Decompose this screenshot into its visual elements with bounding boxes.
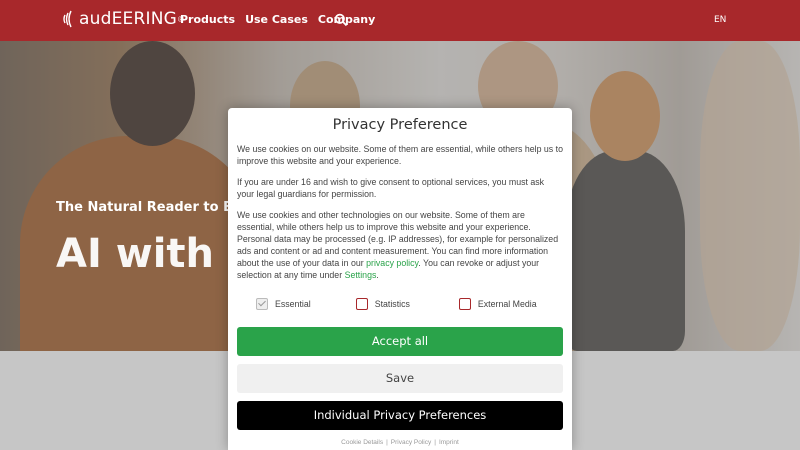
- link-separator: |: [434, 439, 436, 446]
- dialog-age-text: If you are under 16 and wish to give con…: [237, 177, 545, 199]
- accept-all-button[interactable]: Accept all: [237, 327, 563, 356]
- privacy-policy-link[interactable]: privacy policy: [366, 258, 418, 268]
- checkbox-label: External Media: [477, 299, 537, 309]
- nav-item-products[interactable]: Products: [180, 13, 235, 26]
- brand-logo[interactable]: audEERING ®: [62, 9, 184, 29]
- dialog-details-text: We use cookies and other technologies on…: [237, 209, 563, 281]
- checkbox-label: Statistics: [374, 299, 410, 309]
- details-text-end: .: [376, 270, 379, 280]
- privacy-dialog: Privacy Preference We use cookies on our…: [228, 108, 572, 450]
- essential-checkbox[interactable]: Essential: [256, 298, 311, 310]
- dialog-title: Privacy Preference: [332, 117, 468, 133]
- statistics-checkbox[interactable]: Statistics: [355, 298, 410, 310]
- checkbox-label: Essential: [275, 299, 311, 309]
- checkbox-checked-disabled: [256, 298, 268, 310]
- search-icon[interactable]: [334, 13, 348, 27]
- checkbox-unchecked: [355, 298, 368, 310]
- individual-preferences-button[interactable]: Individual Privacy Preferences: [237, 401, 563, 430]
- external-media-checkbox[interactable]: External Media: [458, 298, 537, 310]
- sound-wave-icon: [63, 10, 72, 28]
- brand-name: audEERING: [79, 9, 177, 29]
- cookie-details-link[interactable]: Cookie Details: [341, 439, 383, 446]
- nav-item-use-cases[interactable]: Use Cases: [245, 13, 308, 26]
- save-button[interactable]: Save: [237, 364, 563, 393]
- privacy-policy-footer-link[interactable]: Privacy Policy: [391, 439, 431, 446]
- link-separator: |: [386, 439, 388, 446]
- dialog-footer-links: Cookie Details | Privacy Policy | Imprint: [237, 439, 563, 446]
- consent-checkboxes: Essential Statistics External Media: [237, 297, 563, 311]
- imprint-link[interactable]: Imprint: [439, 439, 459, 446]
- site-header: audEERING ® Products Use Cases Company E…: [0, 0, 800, 41]
- main-nav: Products Use Cases Company: [180, 13, 385, 26]
- settings-link[interactable]: Settings: [345, 270, 377, 280]
- dialog-intro-text: We use cookies on our website. Some of t…: [237, 144, 563, 166]
- language-switcher[interactable]: EN: [714, 15, 726, 25]
- checkbox-unchecked: [458, 298, 471, 310]
